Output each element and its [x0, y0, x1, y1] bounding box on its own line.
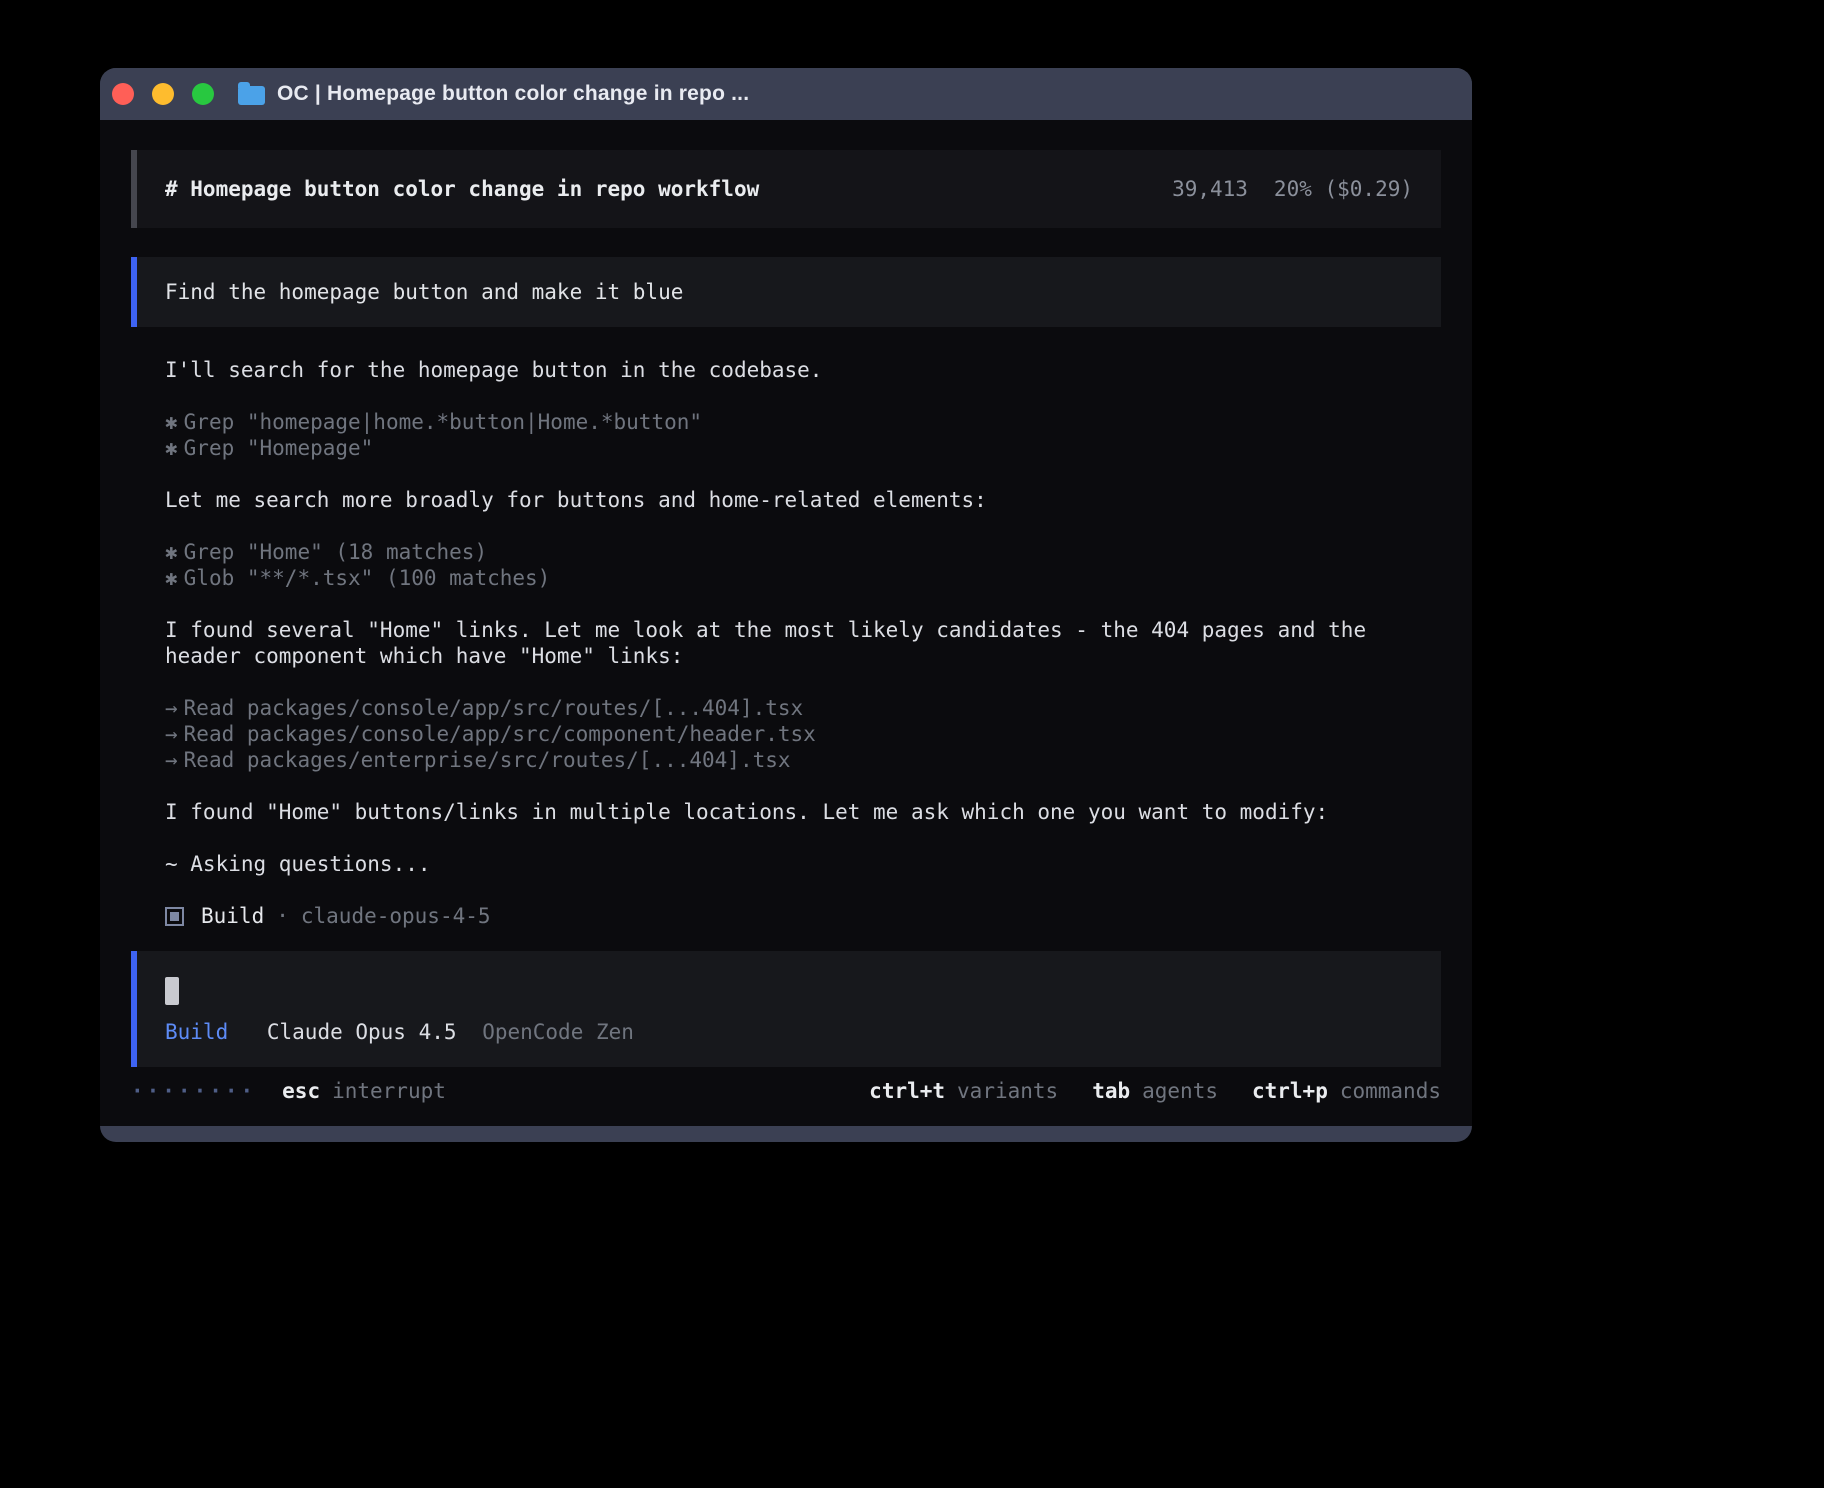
assistant-text-line: I found several "Home" links. Let me loo… — [165, 617, 1441, 643]
text-cursor — [165, 977, 179, 1005]
input-meta: Build Claude Opus 4.5 OpenCode Zen — [165, 1019, 1413, 1045]
assistant-text-line: ~ Asking questions... — [165, 851, 1441, 877]
tool-call-text: Grep "Homepage" — [184, 436, 374, 460]
session-meta: 39,413 20% ($0.29) — [1172, 176, 1413, 202]
tool-asterisk-icon: ✱ — [165, 539, 178, 565]
shortcut-hint-variants: ctrl+t variants — [869, 1078, 1058, 1104]
terminal-body: # Homepage button color change in repo w… — [100, 120, 1472, 1126]
terminal-window: OC | Homepage button color change in rep… — [100, 68, 1472, 1142]
model-name: Claude Opus 4.5 — [267, 1020, 457, 1044]
status-bar-left: ········ esc interrupt — [131, 1078, 446, 1104]
tool-call-text: Grep "homepage|home.*button|Home.*button… — [184, 410, 702, 434]
tool-call-group: ✱Grep "Home" (18 matches)✱Glob "**/*.tsx… — [131, 539, 1441, 591]
tool-call-line: →Read packages/console/app/src/component… — [165, 721, 1441, 747]
token-count: 39,413 — [1172, 176, 1248, 202]
tool-call-group: →Read packages/console/app/src/routes/[.… — [131, 695, 1441, 773]
status-bar: ········ esc interrupt ctrl+t variants tab… — [100, 1078, 1472, 1126]
assistant-text-block: ~ Asking questions... — [131, 851, 1441, 877]
shortcut-label: commands — [1340, 1079, 1441, 1103]
shortcut-key: ctrl+t — [869, 1079, 945, 1103]
agent-separator: · — [276, 903, 289, 929]
context-cost: 20% ($0.29) — [1274, 176, 1413, 202]
assistant-text-block: Let me search more broadly for buttons a… — [131, 487, 1441, 513]
assistant-text-line: Let me search more broadly for buttons a… — [165, 487, 1441, 513]
tool-call-text: Glob "**/*.tsx" (100 matches) — [184, 566, 551, 590]
shortcut-hint-agents: tab agents — [1092, 1078, 1218, 1104]
shortcut-label: variants — [957, 1079, 1058, 1103]
window-controls — [112, 83, 214, 105]
shortcut-hints: ctrl+t variants tab agents ctrl+p commands — [869, 1078, 1441, 1104]
tool-call-line: ✱Grep "homepage|home.*button|Home.*butto… — [165, 409, 1441, 435]
transcript: I'll search for the homepage button in t… — [131, 357, 1441, 877]
assistant-text-block: I found several "Home" links. Let me loo… — [131, 617, 1441, 669]
folder-icon — [238, 86, 265, 105]
tool-asterisk-icon: ✱ — [165, 565, 178, 591]
assistant-text-block: I found "Home" buttons/links in multiple… — [131, 799, 1441, 825]
agent-status-line: Build · claude-opus-4-5 — [131, 903, 1441, 929]
esc-key-label: interrupt — [332, 1078, 446, 1104]
assistant-text-line: I found "Home" buttons/links in multiple… — [165, 799, 1441, 825]
shortcut-key: ctrl+p — [1252, 1079, 1328, 1103]
tool-call-line: ✱Grep "Home" (18 matches) — [165, 539, 1441, 565]
tool-call-line: →Read packages/enterprise/src/routes/[..… — [165, 747, 1441, 773]
activity-dots: ········ — [131, 1078, 256, 1104]
shortcut-label: agents — [1142, 1079, 1218, 1103]
tool-call-line: →Read packages/console/app/src/routes/[.… — [165, 695, 1441, 721]
tool-call-text: Grep "Home" (18 matches) — [184, 540, 487, 564]
mode-badge[interactable]: Build — [165, 1020, 228, 1044]
read-arrow-icon: → — [165, 721, 178, 747]
agent-build-icon — [165, 907, 184, 926]
assistant-text-line: header component which have "Home" links… — [165, 643, 1441, 669]
close-button[interactable] — [112, 83, 134, 105]
session-title: # Homepage button color change in repo w… — [165, 176, 759, 202]
zoom-button[interactable] — [192, 83, 214, 105]
read-arrow-icon: → — [165, 747, 178, 773]
desktop-background: OC | Homepage button color change in rep… — [0, 0, 1824, 1488]
tool-call-line: ✱Glob "**/*.tsx" (100 matches) — [165, 565, 1441, 591]
user-message: Find the homepage button and make it blu… — [131, 257, 1441, 327]
tool-asterisk-icon: ✱ — [165, 409, 178, 435]
tool-call-text: Read packages/console/app/src/component/… — [184, 722, 816, 746]
tool-asterisk-icon: ✱ — [165, 435, 178, 461]
shortcut-hint-commands: ctrl+p commands — [1252, 1078, 1441, 1104]
session-content: # Homepage button color change in repo w… — [100, 120, 1472, 1078]
agent-name: Build — [201, 903, 264, 929]
read-arrow-icon: → — [165, 695, 178, 721]
tool-call-group: ✱Grep "homepage|home.*button|Home.*butto… — [131, 409, 1441, 461]
tool-call-text: Read packages/enterprise/src/routes/[...… — [184, 748, 791, 772]
user-message-text: Find the homepage button and make it blu… — [165, 279, 683, 305]
window-title: OC | Homepage button color change in rep… — [277, 82, 749, 106]
esc-key-hint: esc — [282, 1078, 320, 1104]
session-header: # Homepage button color change in repo w… — [131, 150, 1441, 228]
provider-name: OpenCode Zen — [482, 1020, 634, 1044]
assistant-text-line: I'll search for the homepage button in t… — [165, 357, 1441, 383]
tool-call-text: Read packages/console/app/src/routes/[..… — [184, 696, 804, 720]
minimize-button[interactable] — [152, 83, 174, 105]
tool-call-line: ✱Grep "Homepage" — [165, 435, 1441, 461]
agent-model: claude-opus-4-5 — [301, 903, 491, 929]
assistant-text-block: I'll search for the homepage button in t… — [131, 357, 1441, 383]
prompt-input[interactable]: Build Claude Opus 4.5 OpenCode Zen — [131, 951, 1441, 1067]
shortcut-key: tab — [1092, 1079, 1130, 1103]
titlebar[interactable]: OC | Homepage button color change in rep… — [100, 68, 1472, 120]
